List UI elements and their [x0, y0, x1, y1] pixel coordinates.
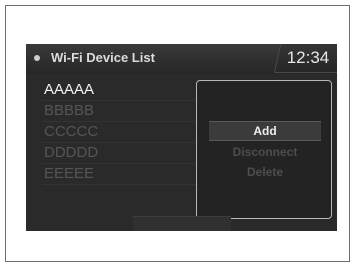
device-list-item-aaaaa[interactable]: AAAAA	[42, 80, 197, 101]
disconnect-button[interactable]: Disconnect	[209, 143, 321, 161]
wifi-device-list-screen: Wi-Fi Device List 12:34 AAAAA BBBBB CCCC…	[26, 44, 337, 231]
device-list-item-ddddd[interactable]: DDDDD	[42, 143, 197, 164]
settings-dot-icon	[34, 55, 40, 61]
add-button[interactable]: Add	[209, 121, 321, 141]
screen-title: Wi-Fi Device List	[51, 50, 155, 65]
delete-button[interactable]: Delete	[209, 163, 321, 181]
device-list-item-ccccc[interactable]: CCCCC	[42, 122, 197, 143]
device-list-item-bbbbb[interactable]: BBBBB	[42, 101, 197, 122]
bottom-tab[interactable]	[133, 216, 231, 231]
device-options-popup: Add Disconnect Delete	[196, 80, 332, 219]
device-list: AAAAA BBBBB CCCCC DDDDD EEEEE	[42, 80, 197, 185]
clock: 12:34	[286, 48, 330, 67]
device-list-item-eeeee[interactable]: EEEEE	[42, 164, 197, 185]
